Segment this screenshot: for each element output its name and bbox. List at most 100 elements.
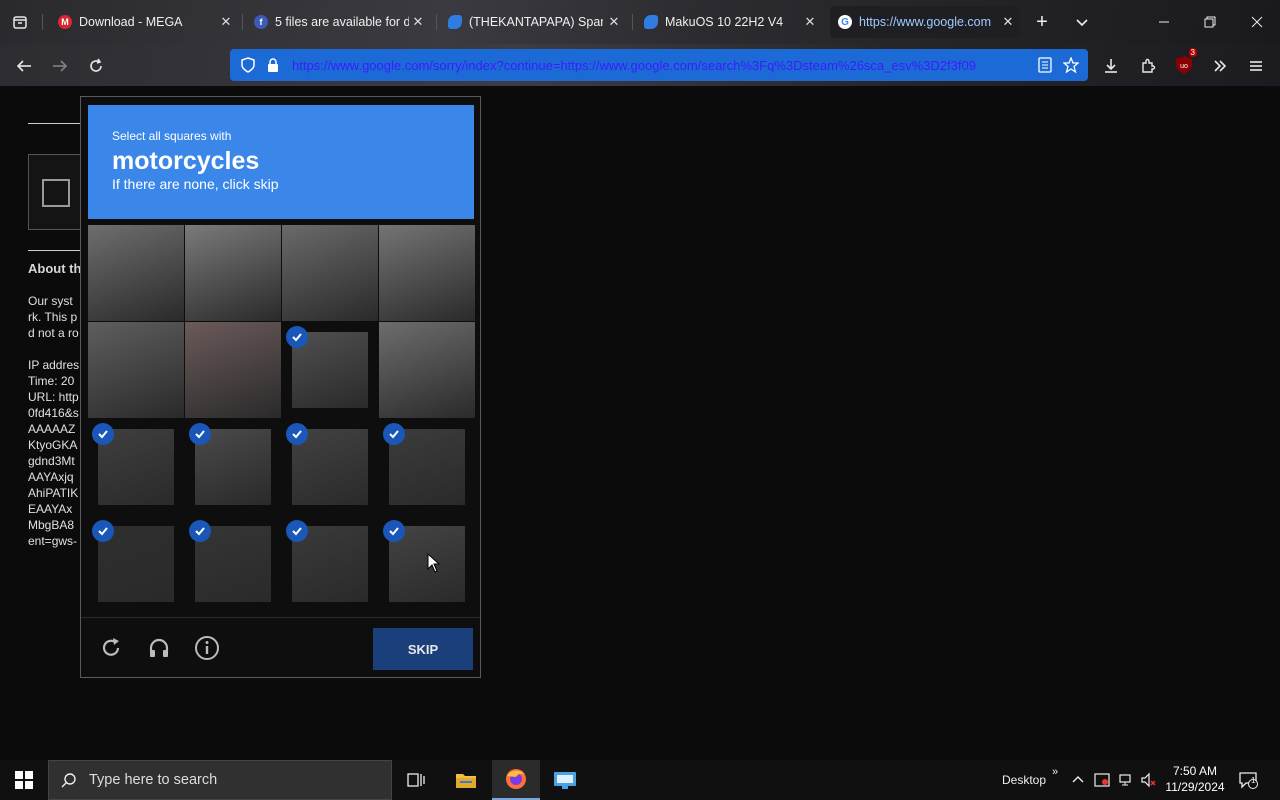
minimize-icon[interactable] [1150, 8, 1178, 36]
tab-mega[interactable]: M Download - MEGA ✕ [58, 6, 238, 38]
address-bar[interactable]: https://www.google.com/sorry/index?conti… [230, 49, 1088, 81]
search-placeholder: Type here to search [89, 772, 218, 788]
windows-taskbar: Type here to search Desktop » 7:50 AM 11… [0, 760, 1280, 800]
bookmark-star-icon[interactable] [1058, 57, 1084, 73]
about-text: Our syst rk. This p d not a ro [28, 294, 79, 340]
captcha-tile[interactable] [282, 419, 378, 515]
search-icon [49, 772, 89, 788]
target-object: motorcycles [112, 147, 260, 175]
captcha-tile[interactable] [379, 322, 475, 418]
toolbar-more-icon[interactable]: » [1052, 752, 1058, 792]
ublock-badge: 3 [1188, 48, 1197, 57]
tab-file-host[interactable]: f 5 files are available for do ✕ [254, 6, 430, 38]
captcha-tile[interactable] [379, 419, 475, 515]
captcha-tile[interactable] [185, 419, 281, 515]
tile-image [282, 225, 378, 321]
close-tab-icon[interactable]: ✕ [802, 14, 818, 30]
headphones-icon[interactable] [145, 634, 173, 662]
skip-button[interactable]: SKIP [373, 628, 473, 670]
downloads-icon[interactable] [1097, 52, 1125, 80]
close-tab-icon[interactable]: ✕ [606, 14, 622, 30]
checkmark-icon [383, 520, 405, 542]
captcha-tile[interactable] [282, 225, 378, 321]
close-tab-icon[interactable]: ✕ [218, 14, 234, 30]
checkmark-icon [189, 423, 211, 445]
tab-strip: M Download - MEGA ✕ f 5 files are availa… [0, 0, 1280, 44]
system-clock[interactable]: 7:50 AM 11/29/2024 [1160, 763, 1230, 795]
captcha-tile[interactable] [379, 225, 475, 321]
taskbar-search[interactable]: Type here to search [48, 760, 392, 800]
google-icon: G [838, 15, 852, 29]
tile-image [379, 225, 475, 321]
windows-start-icon[interactable] [0, 760, 48, 800]
tab-makuos[interactable]: MakuOS 10 22H2 V4 ✕ [644, 6, 822, 38]
menu-icon[interactable] [1242, 52, 1270, 80]
notification-count: 1 [1251, 776, 1256, 785]
info-icon[interactable] [193, 634, 221, 662]
checkmark-icon [189, 520, 211, 542]
captcha-tile[interactable] [185, 322, 281, 418]
captcha-tile[interactable] [282, 322, 378, 418]
captcha-tile[interactable] [88, 225, 184, 321]
tile-image [185, 322, 281, 418]
tab-google[interactable]: G https://www.google.com ✕ [830, 6, 1020, 38]
tab-label: 5 files are available for do [275, 15, 409, 29]
remote-desktop-icon[interactable] [541, 760, 589, 800]
svg-text:uo: uo [1180, 63, 1188, 70]
checkmark-icon [92, 423, 114, 445]
divider [28, 123, 88, 124]
challenge-footer: SKIP [81, 617, 480, 677]
action-center-icon[interactable]: 1 [1238, 760, 1258, 800]
tab-separator [632, 14, 633, 30]
desktop-label: Desktop [1002, 773, 1047, 787]
chevron-down-icon[interactable] [1070, 10, 1094, 34]
clock-date: 11/29/2024 [1165, 780, 1225, 794]
tab-separator [242, 14, 243, 30]
show-hidden-icons-icon[interactable] [1072, 760, 1084, 800]
reload-challenge-icon[interactable] [97, 634, 125, 662]
lock-icon[interactable] [262, 57, 284, 73]
reader-view-icon[interactable] [1032, 57, 1058, 73]
request-details: IP addres Time: 20 URL: http 0fd416&s AA… [28, 358, 80, 548]
desktop-toolbar-label[interactable]: Desktop [1002, 760, 1046, 800]
back-icon[interactable] [10, 52, 38, 80]
recaptcha-checkbox[interactable] [42, 179, 70, 207]
new-tab-icon[interactable]: + [1030, 10, 1054, 34]
tab-label: MakuOS 10 22H2 V4 [665, 15, 784, 29]
tile-image [185, 225, 281, 321]
tile-image [88, 322, 184, 418]
close-window-icon[interactable] [1243, 8, 1271, 36]
checkmark-icon [286, 520, 308, 542]
recaptcha-anchor[interactable] [28, 154, 88, 230]
more-tools-icon[interactable] [1206, 52, 1234, 80]
list-all-tabs-icon[interactable] [6, 8, 34, 36]
task-view-icon[interactable] [392, 760, 440, 800]
firefox-icon[interactable] [492, 760, 540, 800]
ublock-origin-icon[interactable]: uo 3 [1173, 48, 1197, 76]
challenge-header: Select all squares with motorcycles If t… [88, 105, 474, 219]
captcha-tile[interactable] [185, 516, 281, 612]
file-explorer-icon[interactable] [442, 760, 490, 800]
reload-icon[interactable] [82, 52, 110, 80]
tab-sparta[interactable]: (THEKANTAPAPA) Sparta | ✕ [448, 6, 626, 38]
file-host-icon: f [254, 15, 268, 29]
restore-icon[interactable] [1196, 8, 1224, 36]
volume-muted-icon[interactable] [1141, 760, 1157, 800]
tile-image [88, 225, 184, 321]
extensions-icon[interactable] [1134, 52, 1162, 80]
network-icon[interactable] [1118, 760, 1134, 800]
captcha-tile[interactable] [282, 516, 378, 612]
close-tab-icon[interactable]: ✕ [410, 14, 426, 30]
tab-separator [436, 14, 437, 30]
security-icon[interactable] [1094, 760, 1110, 800]
close-tab-icon[interactable]: ✕ [1000, 14, 1016, 30]
checkmark-icon [286, 326, 308, 348]
checkmark-icon [286, 423, 308, 445]
forward-icon[interactable] [46, 52, 74, 80]
captcha-tile[interactable] [88, 419, 184, 515]
url-text[interactable]: https://www.google.com/sorry/index?conti… [292, 58, 1032, 73]
captcha-tile[interactable] [88, 322, 184, 418]
captcha-tile[interactable] [185, 225, 281, 321]
captcha-tile[interactable] [88, 516, 184, 612]
tracking-protection-icon[interactable] [234, 57, 262, 73]
